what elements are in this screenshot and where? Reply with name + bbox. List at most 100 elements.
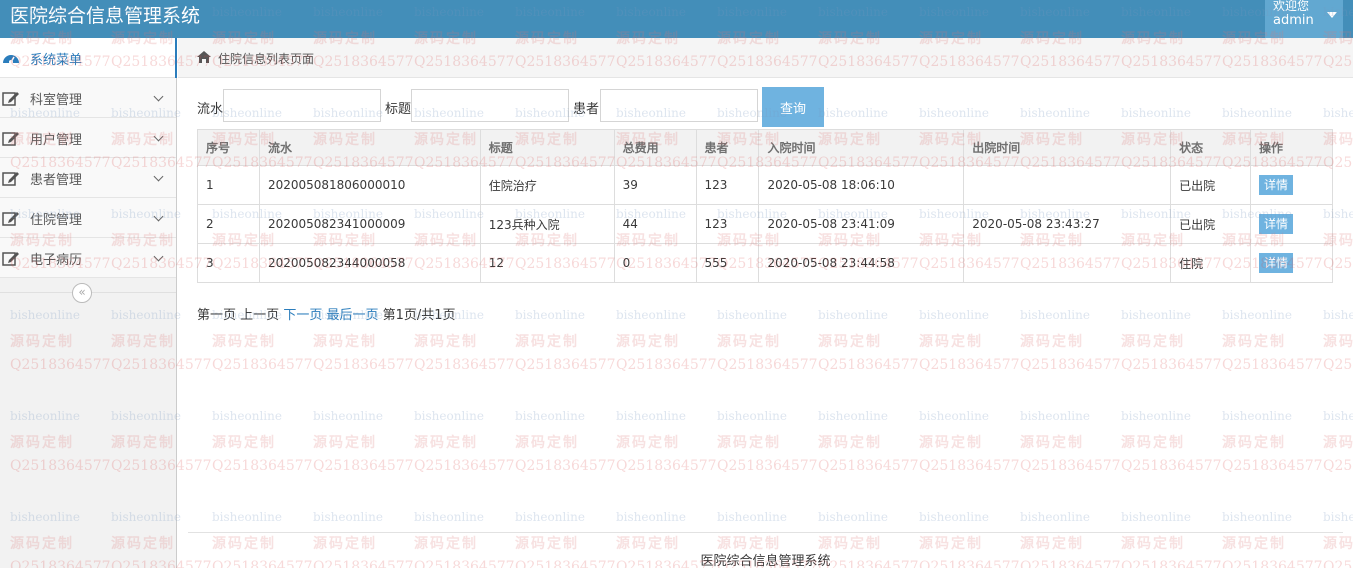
watermark-text: bisheonline — [919, 409, 989, 423]
pager-next[interactable]: 下一页 — [283, 308, 322, 323]
detail-button[interactable]: 详情 — [1259, 253, 1294, 273]
watermark-text: Q2518364577 — [818, 357, 919, 373]
patient-label: 患者 — [573, 102, 600, 117]
pager-last[interactable]: 最后一页 — [326, 308, 378, 323]
edit-icon — [2, 172, 19, 186]
watermark-overlay: bisheonline 源码定制 Q2518364577 bisheonline 源码定… — [0, 0, 1353, 568]
watermark-text: bisheonline — [616, 409, 686, 423]
sidebar-item-system-menu[interactable]: 系统菜单 — [0, 38, 177, 78]
title-label: 标题 — [385, 102, 412, 117]
watermark-text: bisheonline — [616, 510, 686, 524]
query-button[interactable]: 查询 — [762, 87, 824, 127]
title-input[interactable] — [411, 89, 569, 122]
watermark-text: 源码定制 — [1323, 334, 1353, 350]
sidebar-collapse-button[interactable]: « — [72, 283, 92, 303]
watermark-text: bisheonline — [1222, 409, 1292, 423]
inpatient-table: 序号 流水 标题 总费用 患者 入院时间 出院时间 状态 操作 1 202005… — [197, 129, 1333, 283]
patient-input[interactable] — [600, 89, 758, 122]
watermark-text: 源码定制 — [212, 334, 276, 350]
watermark-text: Q2518364577 — [212, 357, 313, 373]
watermark-text: 源码定制 — [616, 334, 680, 350]
cell-action: 详情 — [1250, 243, 1333, 283]
sidebar-item-patients[interactable]: 患者管理 — [0, 158, 176, 198]
cell-discharge-time: 2020-05-08 23:43:27 — [963, 204, 1172, 244]
watermark-text: Q2518364577 — [717, 458, 818, 474]
watermark-text: bisheonline — [919, 308, 989, 322]
watermark-text: bisheonline — [1323, 409, 1353, 423]
watermark-text: 源码定制 — [414, 334, 478, 350]
cell-discharge-time — [963, 165, 1172, 205]
table-row: 1 202005081806000010 住院治疗 39 123 2020-05… — [197, 165, 1333, 205]
cell-patient: 555 — [695, 243, 760, 283]
cell-admit-time: 2020-05-08 23:41:09 — [758, 204, 965, 244]
watermark-text: 源码定制 — [616, 435, 680, 451]
watermark-text: Q2518364577 — [414, 458, 515, 474]
watermark-text: 源码定制 — [1222, 435, 1286, 451]
watermark-text: bisheonline — [313, 510, 383, 524]
sidebar: 系统菜单 科室管理 用户管理 患者管理 住院管理 电子病历 « — [0, 38, 177, 568]
watermark-text: bisheonline — [1222, 510, 1292, 524]
watermark-text: bisheonline — [1020, 409, 1090, 423]
cell-serial: 202005082344000058 — [258, 243, 481, 283]
watermark-text: 源码定制 — [1020, 334, 1084, 350]
watermark-text: bisheonline — [1222, 308, 1292, 322]
col-header-discharge-time: 出院时间 — [963, 129, 1172, 166]
sidebar-item-emr[interactable]: 电子病历 — [0, 238, 176, 278]
watermark-text: bisheonline — [616, 308, 686, 322]
watermark-text: Q2518364577 — [515, 357, 616, 373]
watermark-text: 源码定制 — [414, 435, 478, 451]
watermark-text: bisheonline — [1323, 510, 1353, 524]
watermark-text: Q2518364577 — [1222, 458, 1323, 474]
watermark-text: 源码定制 — [919, 334, 983, 350]
watermark-text: Q2518364577 — [717, 357, 818, 373]
watermark-text: Q2518364577 — [212, 458, 313, 474]
watermark-text: bisheonline — [1020, 510, 1090, 524]
watermark-text: 源码定制 — [717, 334, 781, 350]
watermark-text: 源码定制 — [1323, 435, 1353, 451]
username: admin — [1273, 13, 1314, 28]
col-header-serial: 流水 — [258, 129, 481, 166]
watermark-text: 源码定制 — [818, 334, 882, 350]
sidebar-item-department[interactable]: 科室管理 — [0, 78, 176, 118]
breadcrumb: 住院信息列表页面 — [178, 38, 1353, 78]
watermark-text: 源码定制 — [1020, 435, 1084, 451]
watermark-text: Q2518364577 — [313, 357, 414, 373]
cell-cost: 39 — [613, 165, 697, 205]
cell-title: 12 — [479, 243, 615, 283]
watermark-text: 源码定制 — [1222, 334, 1286, 350]
home-icon[interactable] — [196, 50, 212, 64]
footer-divider — [188, 532, 1343, 533]
watermark-text: Q2518364577 — [616, 458, 717, 474]
edit-icon — [2, 92, 19, 106]
watermark-text: 源码定制 — [1121, 334, 1185, 350]
pager-prev[interactable]: 上一页 — [240, 308, 279, 323]
serial-label: 流水 — [197, 102, 224, 117]
watermark-text: 源码定制 — [313, 334, 377, 350]
welcome-text: 欢迎您 — [1273, 0, 1310, 13]
watermark-text: 源码定制 — [515, 435, 579, 451]
detail-button[interactable]: 详情 — [1259, 214, 1294, 234]
cell-cost: 0 — [613, 243, 697, 283]
col-header-admit-time: 入院时间 — [758, 129, 965, 166]
watermark-text: bisheonline — [1323, 106, 1353, 120]
user-menu[interactable]: 欢迎您 admin — [1265, 0, 1343, 38]
detail-button[interactable]: 详情 — [1259, 175, 1294, 195]
serial-input[interactable] — [223, 89, 381, 122]
pagination: 第一页 上一页 下一页 最后一页 第1页/共1页 — [197, 304, 456, 323]
watermark-text: Q2518364577 — [1121, 458, 1222, 474]
watermark-text: Q2518364577 — [414, 357, 515, 373]
sidebar-item-users[interactable]: 用户管理 — [0, 118, 176, 158]
pager-info: 第1页/共1页 — [382, 308, 456, 323]
watermark-text: bisheonline — [1121, 308, 1191, 322]
watermark-text: bisheonline — [818, 409, 888, 423]
watermark-text: bisheonline — [1020, 308, 1090, 322]
top-navbar: 医院综合信息管理系统 欢迎您 admin — [0, 0, 1353, 38]
watermark-text: bisheonline — [717, 308, 787, 322]
watermark-text: bisheonline — [1121, 510, 1191, 524]
watermark-text: Q2518364577 — [515, 458, 616, 474]
pager-first[interactable]: 第一页 — [197, 308, 236, 323]
watermark-text: Q2518364577 — [1121, 357, 1222, 373]
col-header-action: 操作 — [1250, 129, 1333, 166]
cell-serial: 202005081806000010 — [258, 165, 481, 205]
sidebar-item-inpatient[interactable]: 住院管理 — [0, 198, 176, 238]
